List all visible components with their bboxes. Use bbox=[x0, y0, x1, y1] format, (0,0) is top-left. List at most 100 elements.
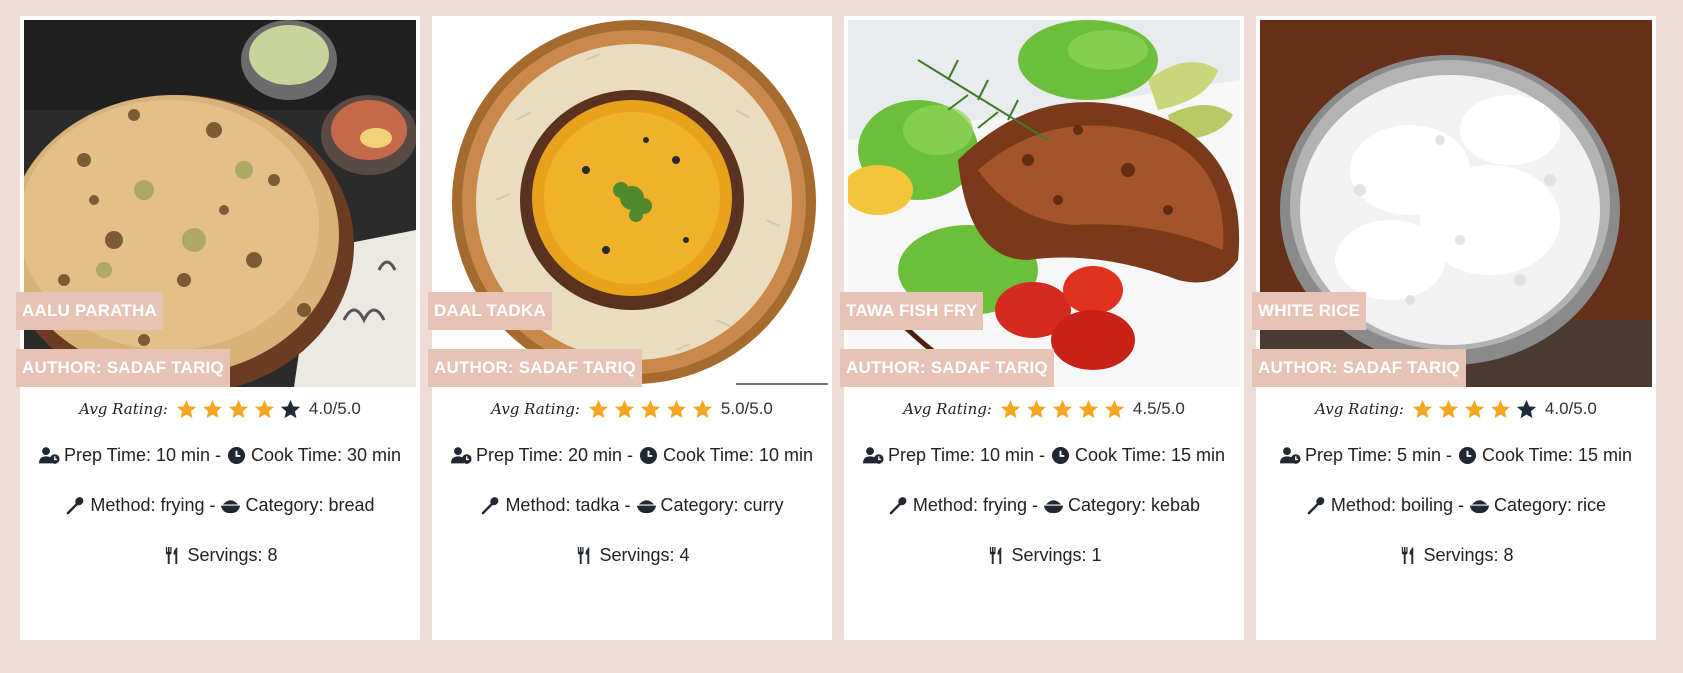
utensils-icon bbox=[162, 546, 183, 565]
utensils-icon bbox=[986, 546, 1007, 565]
spoon-icon bbox=[65, 496, 86, 515]
user-clock-icon bbox=[1279, 446, 1301, 465]
recipe-author: AUTHOR: SADAF TARIQ bbox=[428, 349, 642, 387]
star-filled-icon bbox=[639, 398, 662, 420]
recipe-info: Avg Rating: 5.0/5.0 Prep Time: 20 min - … bbox=[432, 388, 832, 580]
category: Category: kebab bbox=[1067, 494, 1201, 515]
recipe-photo[interactable] bbox=[1260, 20, 1652, 387]
recipe-photo[interactable] bbox=[848, 20, 1240, 387]
recipe-title[interactable]: DAAL TADKA bbox=[428, 292, 552, 330]
category: Category: curry bbox=[660, 494, 784, 515]
prep-time: Prep Time: 10 min bbox=[887, 444, 1034, 465]
spoon-icon bbox=[1306, 496, 1327, 515]
servings: Servings: 4 bbox=[599, 544, 690, 565]
separator: - bbox=[209, 494, 216, 515]
star-filled-icon bbox=[1025, 398, 1048, 420]
cook-time: Cook Time: 10 min bbox=[663, 444, 814, 465]
utensils-icon bbox=[1398, 546, 1419, 565]
recipe-title[interactable]: WHITE RICE bbox=[1252, 292, 1367, 330]
bowl-icon bbox=[1043, 496, 1064, 515]
separator: - bbox=[1458, 494, 1465, 515]
rating-row: Avg Rating: 4.0/5.0 bbox=[20, 388, 420, 430]
clock-icon bbox=[226, 446, 247, 465]
recipe-grid: AALU PARATHA AUTHOR: SADAF TARIQ Avg Rat… bbox=[16, 16, 1656, 640]
rating-row: Avg Rating: 5.0/5.0 bbox=[432, 388, 832, 430]
star-filled-icon bbox=[175, 398, 198, 420]
time-row: Prep Time: 10 min - Cook Time: 15 min bbox=[844, 430, 1244, 480]
star-filled-icon bbox=[999, 398, 1022, 420]
servings-row: Servings: 8 bbox=[20, 530, 420, 580]
time-row: Prep Time: 5 min - Cook Time: 15 min bbox=[1256, 430, 1656, 480]
servings-row: Servings: 8 bbox=[1256, 530, 1656, 580]
bowl-icon bbox=[220, 496, 241, 515]
bowl-icon bbox=[636, 496, 657, 515]
star-rating bbox=[1411, 398, 1538, 420]
recipe-info: Avg Rating: 4.0/5.0 Prep Time: 5 min - C… bbox=[1256, 388, 1656, 580]
star-filled-icon bbox=[587, 398, 610, 420]
star-empty-icon bbox=[1515, 398, 1538, 420]
recipe-card[interactable]: DAAL TADKA AUTHOR: SADAF TARIQ Avg Ratin… bbox=[428, 16, 832, 640]
cook-time: Cook Time: 15 min bbox=[1075, 444, 1226, 465]
clock-icon bbox=[1457, 446, 1478, 465]
bowl-icon bbox=[1469, 496, 1490, 515]
recipe-photo[interactable] bbox=[24, 20, 416, 387]
servings: Servings: 1 bbox=[1011, 544, 1102, 565]
rating-value: 4.0/5.0 bbox=[308, 399, 361, 418]
recipe-author: AUTHOR: SADAF TARIQ bbox=[1252, 349, 1466, 387]
servings-row: Servings: 4 bbox=[432, 530, 832, 580]
separator: - bbox=[627, 444, 633, 465]
separator: - bbox=[1031, 494, 1038, 515]
user-clock-icon bbox=[38, 446, 60, 465]
user-clock-icon bbox=[450, 446, 472, 465]
user-clock-icon bbox=[862, 446, 884, 465]
recipe-author: AUTHOR: SADAF TARIQ bbox=[16, 349, 230, 387]
method-row: Method: boiling - Category: rice bbox=[1256, 480, 1656, 530]
recipe-info: Avg Rating: 4.0/5.0 Prep Time: 10 min - … bbox=[20, 388, 420, 580]
star-filled-icon bbox=[1437, 398, 1460, 420]
recipe-info: Avg Rating: 4.5/5.0 Prep Time: 10 min - … bbox=[844, 388, 1244, 580]
rating-row: Avg Rating: 4.0/5.0 bbox=[1256, 388, 1656, 430]
star-empty-icon bbox=[279, 398, 302, 420]
recipe-card[interactable]: WHITE RICE AUTHOR: SADAF TARIQ Avg Ratin… bbox=[1252, 16, 1656, 640]
star-filled-icon bbox=[613, 398, 636, 420]
recipe-card[interactable]: AALU PARATHA AUTHOR: SADAF TARIQ Avg Rat… bbox=[16, 16, 420, 640]
rating-label: Avg Rating: bbox=[79, 400, 168, 418]
prep-time: Prep Time: 5 min bbox=[1304, 444, 1441, 465]
star-rating bbox=[175, 398, 302, 420]
recipe-photo[interactable] bbox=[436, 20, 828, 387]
recipe-author: AUTHOR: SADAF TARIQ bbox=[840, 349, 1054, 387]
clock-icon bbox=[1050, 446, 1071, 465]
star-filled-icon bbox=[1051, 398, 1074, 420]
cook-time: Cook Time: 30 min bbox=[251, 444, 402, 465]
separator: - bbox=[624, 494, 631, 515]
recipe-title[interactable]: AALU PARATHA bbox=[16, 292, 163, 330]
rating-label: Avg Rating: bbox=[903, 400, 992, 418]
recipe-title[interactable]: TAWA FISH FRY bbox=[840, 292, 984, 330]
star-rating bbox=[999, 398, 1126, 420]
separator: - bbox=[1039, 444, 1045, 465]
star-filled-icon bbox=[665, 398, 688, 420]
rating-value: 5.0/5.0 bbox=[720, 399, 773, 418]
spoon-icon bbox=[480, 496, 501, 515]
method: Method: tadka bbox=[505, 494, 620, 515]
star-filled-icon bbox=[201, 398, 224, 420]
prep-time: Prep Time: 10 min bbox=[63, 444, 210, 465]
star-rating bbox=[587, 398, 714, 420]
utensils-icon bbox=[574, 546, 595, 565]
rating-row: Avg Rating: 4.5/5.0 bbox=[844, 388, 1244, 430]
clock-icon bbox=[638, 446, 659, 465]
method-row: Method: frying - Category: kebab bbox=[844, 480, 1244, 530]
servings: Servings: 8 bbox=[1423, 544, 1514, 565]
rating-value: 4.5/5.0 bbox=[1132, 399, 1185, 418]
time-row: Prep Time: 20 min - Cook Time: 10 min bbox=[432, 430, 832, 480]
star-filled-icon bbox=[1411, 398, 1434, 420]
method: Method: frying bbox=[912, 494, 1027, 515]
time-row: Prep Time: 10 min - Cook Time: 30 min bbox=[20, 430, 420, 480]
recipe-card[interactable]: TAWA FISH FRY AUTHOR: SADAF TARIQ Avg Ra… bbox=[840, 16, 1244, 640]
star-filled-icon bbox=[691, 398, 714, 420]
prep-time: Prep Time: 20 min bbox=[475, 444, 622, 465]
separator: - bbox=[215, 444, 221, 465]
servings-row: Servings: 1 bbox=[844, 530, 1244, 580]
star-filled-icon bbox=[1463, 398, 1486, 420]
star-filled-icon bbox=[227, 398, 250, 420]
